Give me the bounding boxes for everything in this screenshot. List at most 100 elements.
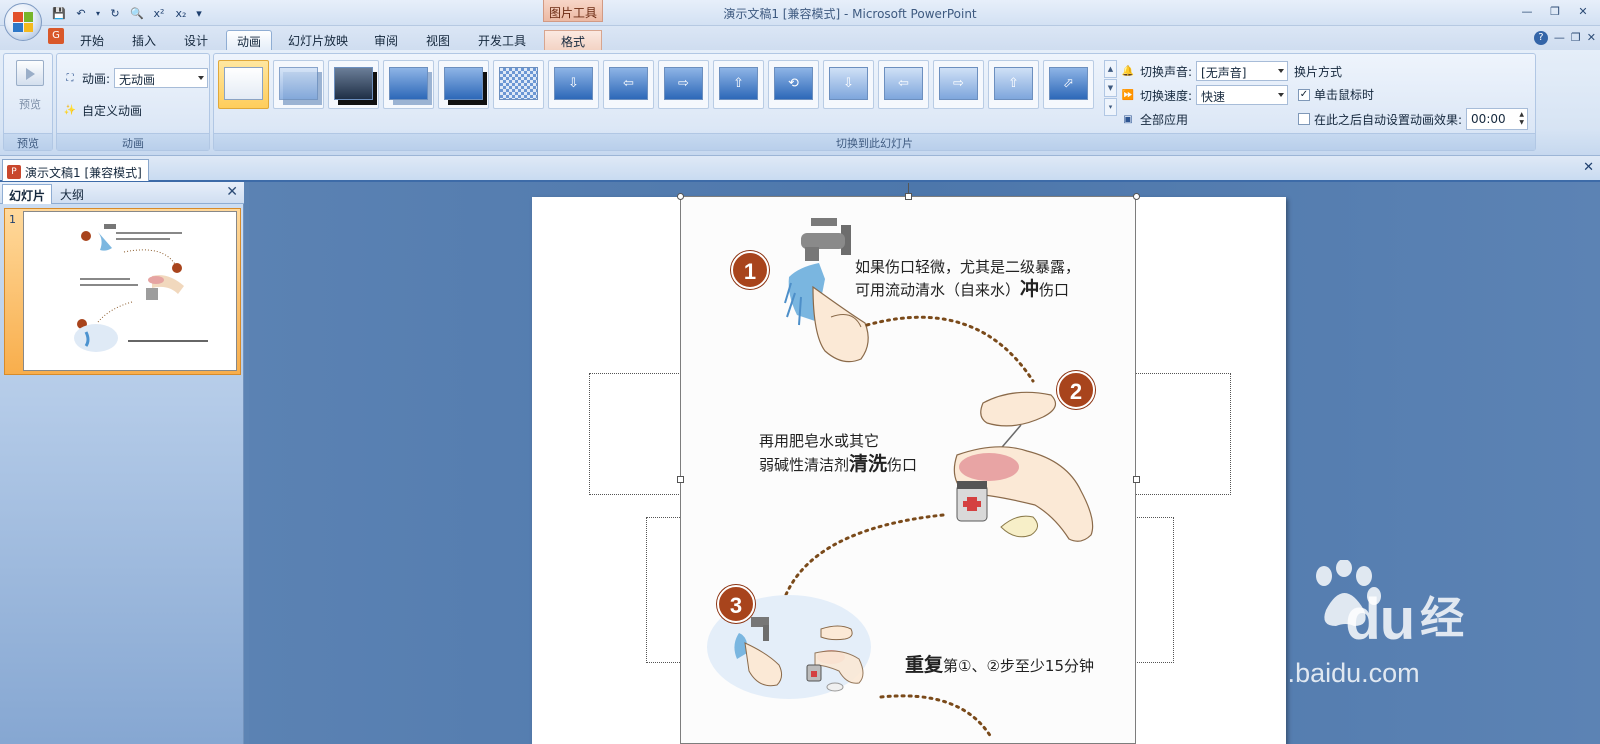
sound-row: 🔔 切换声音: [无声音] <box>1120 61 1289 81</box>
preview-button-label: 预览 <box>19 98 41 111</box>
tab-home[interactable]: 开始 <box>70 30 114 50</box>
sound-value: [无声音] <box>1201 66 1247 80</box>
transition-push-down[interactable]: ⇩ <box>823 60 874 109</box>
doc-restore-icon[interactable]: ❐ <box>1571 31 1581 45</box>
gallery-up-icon[interactable]: ▲ <box>1104 60 1117 78</box>
transition-cut-black[interactable] <box>438 60 489 109</box>
resize-handle-top[interactable] <box>905 193 912 200</box>
cover-diagonal-icon: ⬀ <box>1049 67 1088 100</box>
animation-label: 动画: <box>82 71 111 86</box>
auto-label: 在此之后自动设置动画效果: <box>1314 112 1463 127</box>
developer-icon[interactable]: G <box>48 28 64 44</box>
transition-wipe-right[interactable]: ⇨ <box>658 60 709 109</box>
transition-wipe-left[interactable]: ⇦ <box>603 60 654 109</box>
spin-up-icon[interactable]: ▲ <box>1519 112 1524 118</box>
dissolve-icon <box>499 67 538 100</box>
preview-icon <box>16 60 44 86</box>
transition-push-up[interactable]: ⇧ <box>988 60 1039 109</box>
office-button[interactable] <box>4 3 42 41</box>
gallery-down-icon[interactable]: ▼ <box>1104 79 1117 97</box>
transition-push-right[interactable]: ⇨ <box>933 60 984 109</box>
transition-fade-smooth[interactable] <box>273 60 324 109</box>
transition-cut[interactable] <box>383 60 434 109</box>
push-right-icon: ⇨ <box>939 67 978 100</box>
help-icon[interactable]: ? <box>1533 31 1548 45</box>
close-document-icon[interactable]: ✕ <box>1583 160 1594 175</box>
document-tab-label: 演示文稿1 [兼容模式] <box>25 165 142 180</box>
gallery-more-icon[interactable]: ▾ <box>1104 98 1117 116</box>
minimize-icon[interactable]: — <box>1514 2 1540 20</box>
transition-fade-black[interactable] <box>328 60 379 109</box>
animation-combo[interactable]: 无动画 <box>114 68 209 88</box>
resize-handle-top-right[interactable] <box>1133 193 1140 200</box>
arrow-up-icon: ⇧ <box>719 67 758 100</box>
tab-review[interactable]: 审阅 <box>364 30 408 50</box>
transition-none[interactable] <box>218 60 269 109</box>
transition-group: ⇩ ⇦ ⇨ ⇧ ⟲ ⇩ ⇦ ⇨ ⇧ ⬀ ▲ ▼ ▾ 🔔 切换声音: [无声音] … <box>213 53 1536 151</box>
step3-rest: 第①、②步至少15分钟 <box>943 657 1094 675</box>
step-badge-1: 1 <box>731 251 769 289</box>
advance-title-text: 换片方式 <box>1294 65 1343 79</box>
gallery-scroll: ▲ ▼ ▾ <box>1104 60 1117 116</box>
tab-design[interactable]: 设计 <box>174 30 218 50</box>
step2-line2-b: 伤口 <box>887 456 918 474</box>
custom-animation-icon: ✨ <box>63 105 77 116</box>
spin-down-icon[interactable]: ▼ <box>1519 120 1524 126</box>
preview-group-label: 预览 <box>4 133 52 150</box>
close-pane-icon[interactable]: ✕ <box>226 184 238 200</box>
tab-animations[interactable]: 动画 <box>226 30 272 50</box>
transition-cover-diagonal[interactable]: ⬀ <box>1043 60 1094 109</box>
ribbon-controls: ? — ❐ ✕ <box>1533 31 1596 45</box>
speed-combo[interactable]: 快速 <box>1196 85 1289 105</box>
resize-handle-top-left[interactable] <box>677 193 684 200</box>
selected-picture[interactable]: 1 如果伤口轻微，尤其是二级暴露， 可用流动清水（自来水）冲伤口 2 再用肥皂水… <box>680 196 1136 744</box>
slide-thumbnail-selected[interactable]: 1 <box>4 208 241 375</box>
apply-all-label: 全部应用 <box>1140 113 1189 127</box>
fade-black-icon <box>334 67 373 100</box>
tab-outline[interactable]: 大纲 <box>54 184 90 204</box>
transition-wipe-up[interactable]: ⇧ <box>713 60 764 109</box>
push-left-icon: ⇦ <box>884 67 923 100</box>
resize-handle-right[interactable] <box>1133 476 1140 483</box>
arrow-right-icon: ⇨ <box>664 67 703 100</box>
slides-pane: 幻灯片 大纲 ✕ 1 <box>0 182 244 744</box>
step-badge-2: 2 <box>1057 371 1095 409</box>
doc-close-icon[interactable]: ✕ <box>1587 31 1596 45</box>
resize-handle-left[interactable] <box>677 476 684 483</box>
auto-time-spinner[interactable]: 00:00 ▲ ▼ <box>1466 108 1529 130</box>
wheel-icon: ⟲ <box>774 67 813 100</box>
on-click-checkbox[interactable]: ✓ <box>1298 88 1310 101</box>
pane-tabs: 幻灯片 大纲 ✕ <box>0 182 244 204</box>
advance-title: 换片方式 <box>1294 63 1342 80</box>
transition-push-left[interactable]: ⇦ <box>878 60 929 109</box>
preview-button[interactable]: 预览 <box>10 60 50 130</box>
transition-wheel[interactable]: ⟲ <box>768 60 819 109</box>
transition-wipe-down[interactable]: ⇩ <box>548 60 599 109</box>
push-down-icon: ⇩ <box>829 67 868 100</box>
step3-line: 重复第①、②步至少15分钟 <box>905 653 1094 678</box>
cut-black-icon <box>444 67 483 100</box>
tab-format[interactable]: 格式 <box>544 30 602 50</box>
close-icon[interactable]: ✕ <box>1570 2 1596 20</box>
maximize-icon[interactable]: ❐ <box>1542 2 1568 20</box>
tab-view[interactable]: 视图 <box>416 30 460 50</box>
tab-developer[interactable]: 开发工具 <box>468 30 536 50</box>
apply-all-button[interactable]: ▣ 全部应用 <box>1120 111 1188 128</box>
slide-number: 1 <box>9 213 16 226</box>
transition-dissolve[interactable] <box>493 60 544 109</box>
tab-slides[interactable]: 幻灯片 <box>2 184 53 204</box>
cut-icon <box>389 67 428 100</box>
on-click-label: 单击鼠标时 <box>1314 88 1375 102</box>
tab-insert[interactable]: 插入 <box>122 30 166 50</box>
step1-line2: 可用流动清水（自来水）冲伤口 <box>855 277 1069 302</box>
doc-minimize-icon[interactable]: — <box>1554 31 1565 45</box>
faucet-icon-1 <box>801 218 851 261</box>
tab-slideshow[interactable]: 幻灯片放映 <box>280 30 356 50</box>
animation-value: 无动画 <box>119 73 156 87</box>
custom-animation-button[interactable]: ✨ 自定义动画 <box>62 102 142 119</box>
sound-combo[interactable]: [无声音] <box>1196 61 1289 81</box>
step2-bold: 清洗 <box>849 453 888 475</box>
chevron-down-icon <box>1278 69 1285 73</box>
auto-checkbox[interactable] <box>1298 113 1310 125</box>
document-tab[interactable]: P 演示文稿1 [兼容模式] <box>2 159 149 181</box>
